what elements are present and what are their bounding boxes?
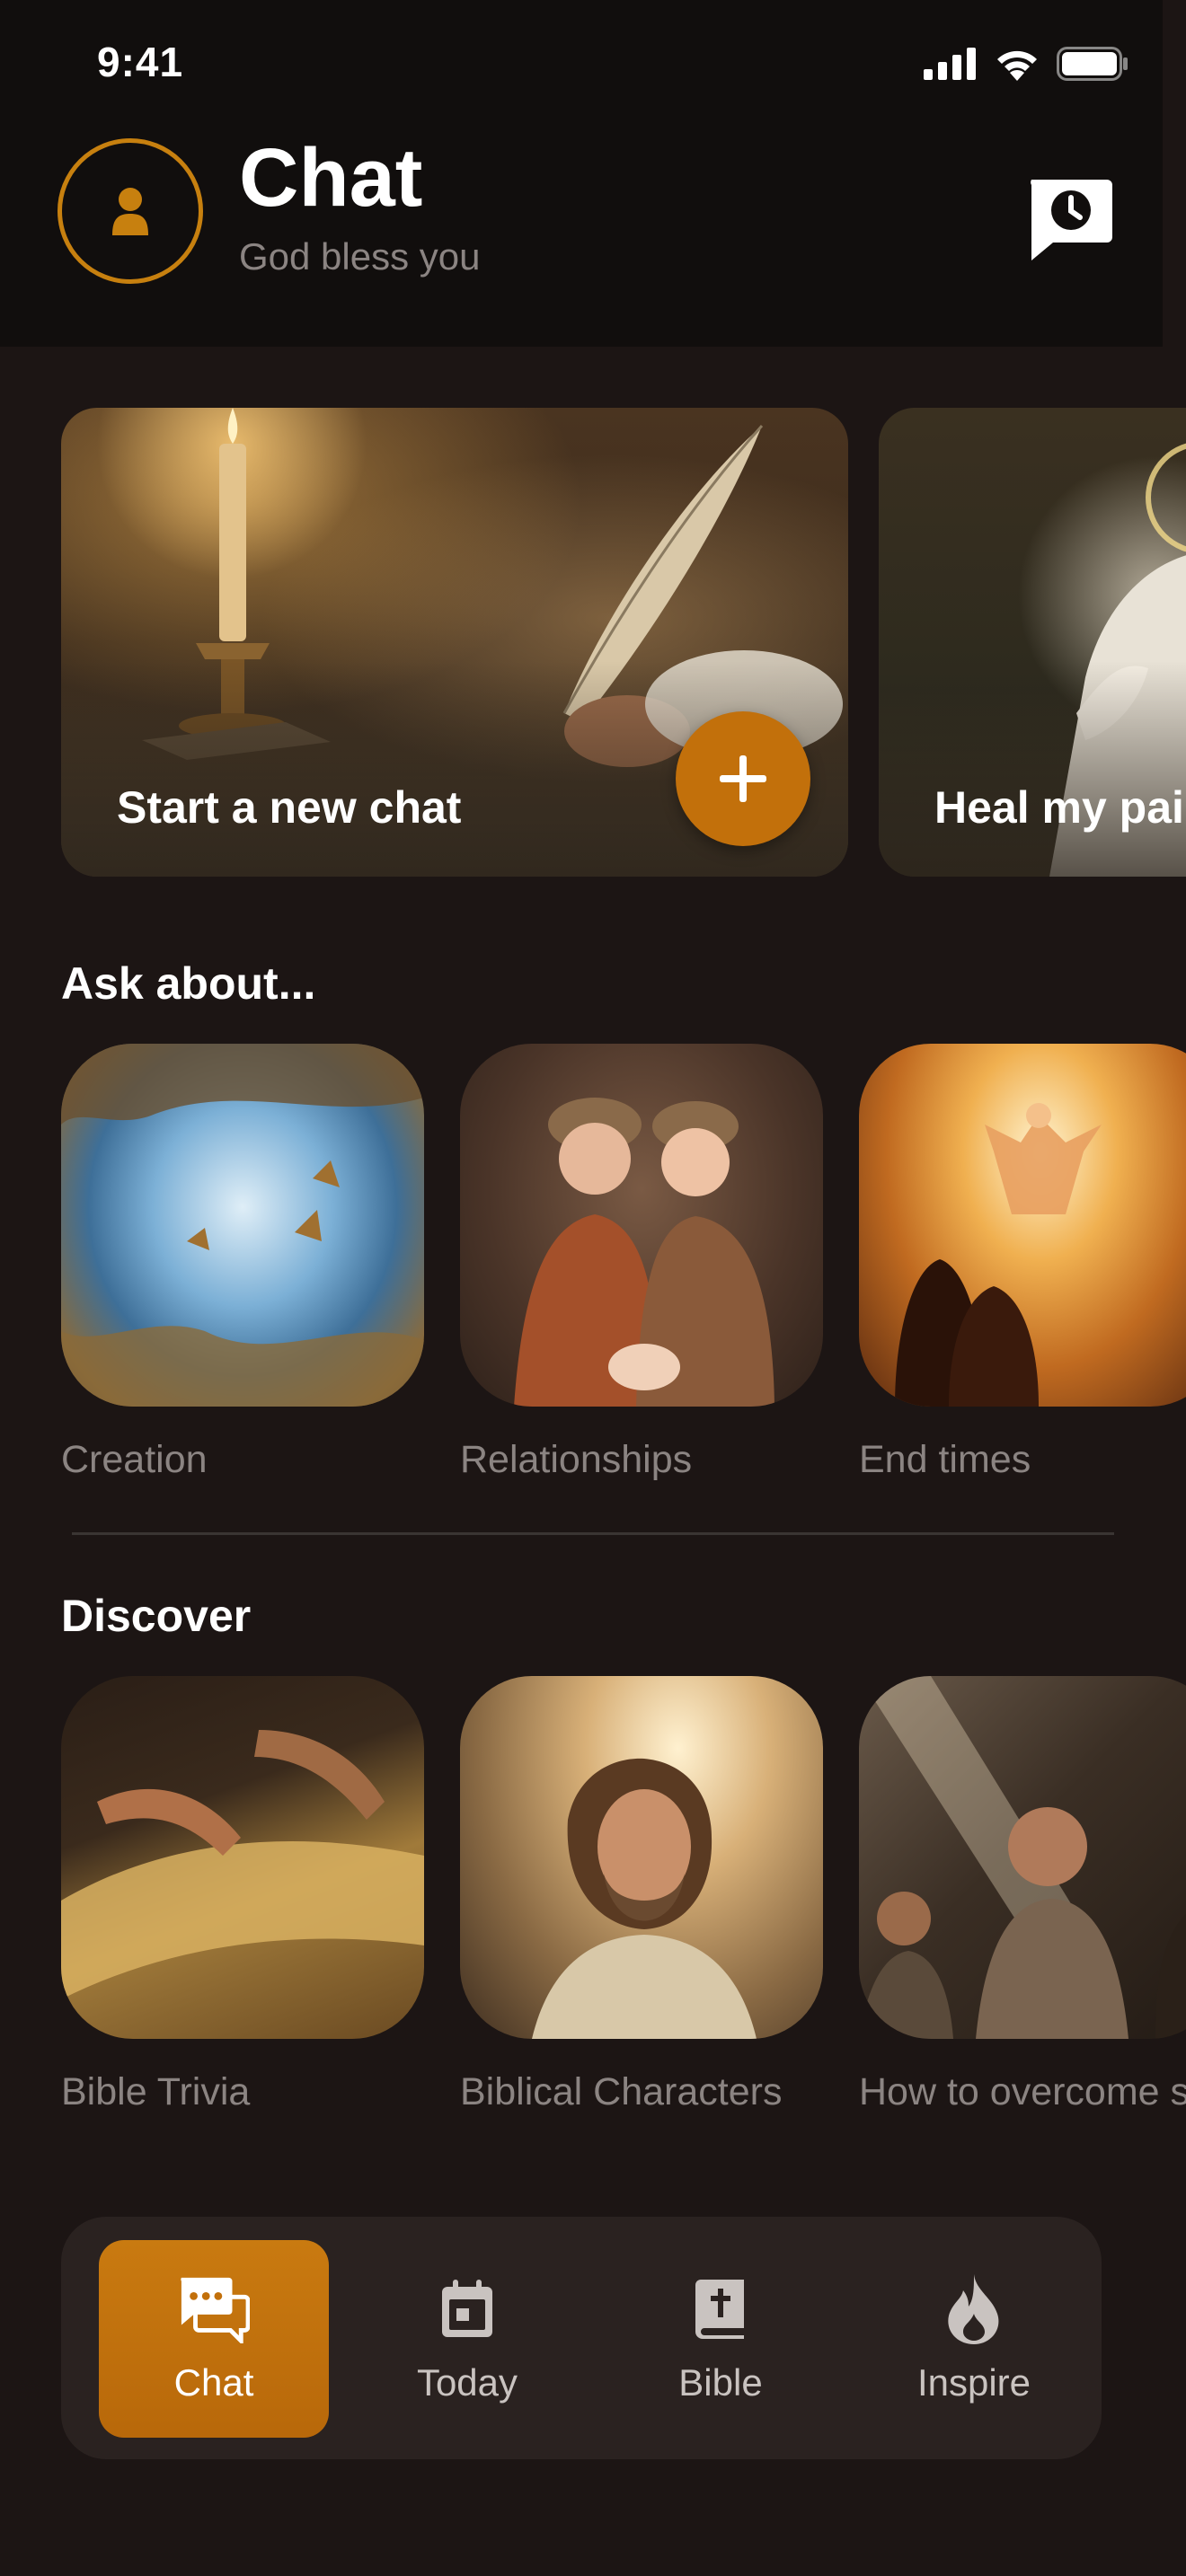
topic-label: Creation (61, 1438, 208, 1481)
tab-today[interactable]: Today (352, 2240, 582, 2438)
couple-artwork (514, 1098, 774, 1407)
bible-trivia-image (61, 1676, 424, 2039)
scroll-artwork (61, 1730, 424, 1999)
bible-icon (685, 2273, 757, 2345)
discover-title: Discover (61, 1591, 252, 1641)
chat-screen: 9:41 Chat God bless you Start a new chat… (0, 0, 1186, 2576)
plus-icon (720, 755, 766, 802)
tab-label: Chat (173, 2361, 254, 2404)
section-divider (72, 1532, 1114, 1535)
hero-cards-row: Start a new chat Heal my pai (61, 408, 1186, 878)
tab-chat[interactable]: Chat (99, 2240, 329, 2438)
page-title: Chat (239, 132, 423, 224)
tab-label: Bible (678, 2361, 763, 2404)
ascension-artwork (895, 1103, 1102, 1407)
new-chat-plus-button[interactable] (676, 711, 810, 846)
discover-label: How to overcome sin (859, 2070, 1186, 2113)
birds-artwork (61, 1044, 424, 1407)
topic-tile-relationships[interactable]: Relationships (460, 1044, 823, 1486)
hero-card-label: Start a new chat (117, 782, 462, 833)
signal-icon (924, 48, 976, 80)
biblical-characters-image (460, 1676, 823, 2039)
flame-icon (938, 2273, 1010, 2345)
topic-label: Relationships (460, 1438, 693, 1481)
card-gradient (879, 661, 1186, 877)
end-times-image (859, 1044, 1186, 1407)
topic-label: End times (859, 1438, 1031, 1481)
discover-tile-bible-trivia[interactable]: Bible Trivia (61, 1676, 424, 2118)
discover-row: Bible Trivia Biblical Characters How to … (61, 1676, 1186, 2179)
battery-icon (1057, 47, 1128, 81)
chat-history-button[interactable] (1024, 176, 1114, 262)
profile-avatar-button[interactable] (58, 138, 203, 284)
ask-about-row: Creation Relationships End times (61, 1044, 1186, 1547)
status-icons (924, 47, 1128, 81)
heal-my-pain-card[interactable]: Heal my pai (879, 408, 1186, 877)
hero-card-label: Heal my pai (934, 782, 1184, 833)
creation-image (61, 1044, 424, 1407)
person-icon (112, 188, 148, 235)
overcome-sin-image (859, 1676, 1186, 2039)
topic-tile-creation[interactable]: Creation (61, 1044, 424, 1486)
chat-bubbles-icon (178, 2273, 250, 2345)
calendar-icon (431, 2273, 503, 2345)
tab-inspire[interactable]: Inspire (859, 2240, 1089, 2438)
status-time: 9:41 (97, 39, 184, 85)
discover-tile-biblical-characters[interactable]: Biblical Characters (460, 1676, 823, 2118)
topic-tile-end-times[interactable]: End times (859, 1044, 1186, 1486)
ask-about-title: Ask about... (61, 958, 316, 1009)
discover-label: Bible Trivia (61, 2070, 251, 2113)
chat-history-icon (1031, 180, 1112, 260)
disciples-artwork (859, 1676, 1186, 2039)
page-subtitle: God bless you (239, 235, 481, 278)
wifi-icon (997, 50, 1037, 81)
tab-bible[interactable]: Bible (606, 2240, 836, 2438)
tab-label: Inspire (916, 2361, 1031, 2404)
tab-label: Today (416, 2361, 518, 2404)
relationships-image (460, 1044, 823, 1407)
discover-label: Biblical Characters (460, 2070, 783, 2113)
header: 9:41 Chat God bless you (0, 0, 1163, 347)
praying-man-artwork (532, 1758, 757, 2039)
bottom-tab-bar: Chat Today Bible Inspire (61, 2217, 1102, 2459)
discover-tile-overcome-sin[interactable]: How to overcome sin (859, 1676, 1186, 2118)
